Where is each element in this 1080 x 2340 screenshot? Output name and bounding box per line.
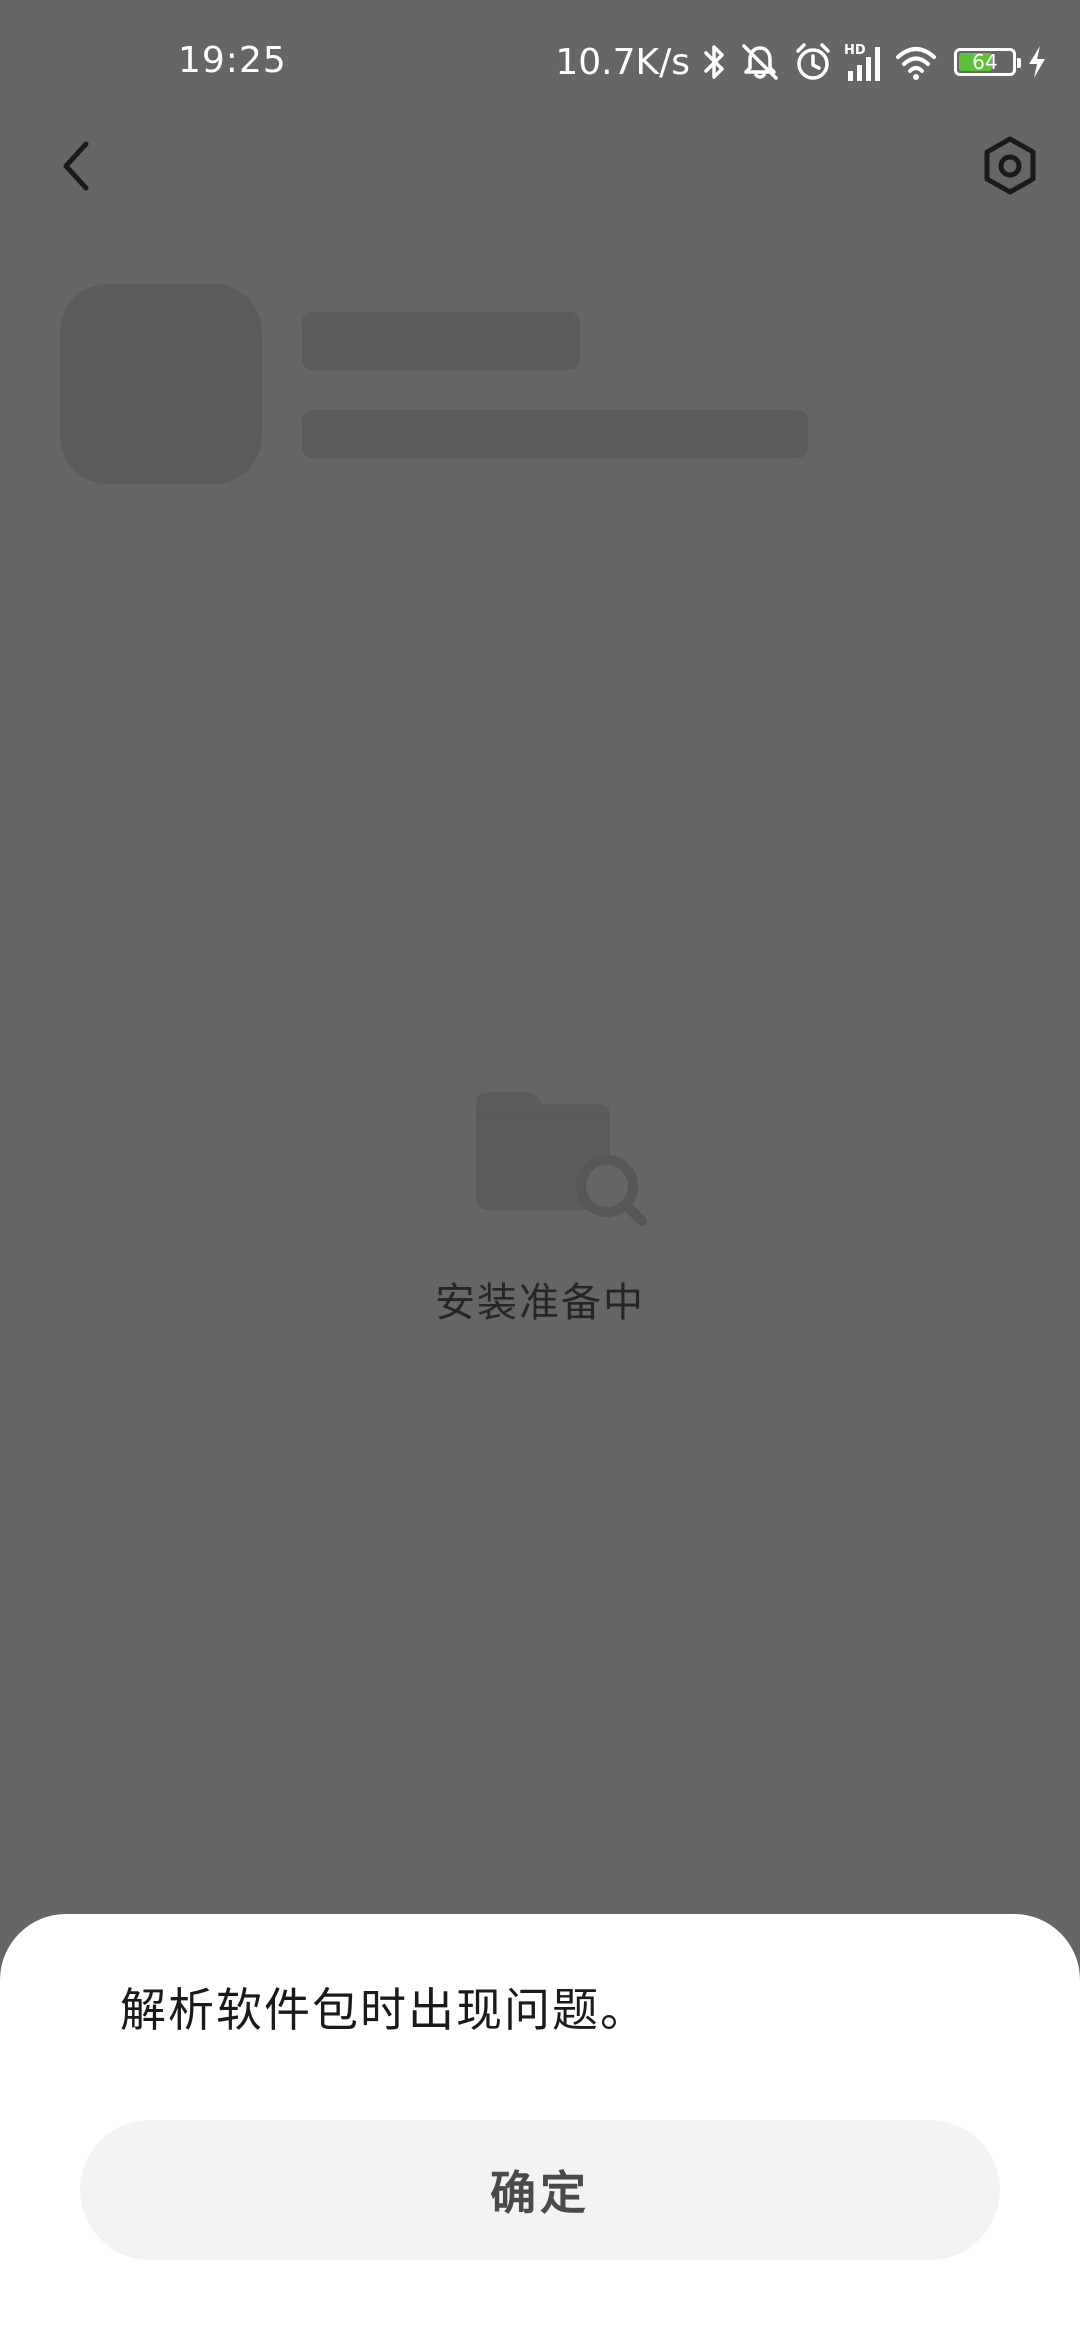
settings-button[interactable] (978, 134, 1042, 198)
bluetooth-icon (702, 42, 728, 82)
app-icon-placeholder (60, 284, 262, 484)
network-speed: 10.7K/s (555, 41, 690, 83)
status-time: 19:25 (178, 40, 287, 81)
battery-level: 64 (972, 50, 998, 74)
app-name-placeholder (302, 312, 580, 370)
status-icons: 10.7K/s HD 64 (555, 40, 1048, 84)
installer-screen: 19:25 10.7K/s HD 64 安装准备中 解析软件包时出现问题。 确定 (0, 0, 1080, 2340)
svg-text:HD: HD (844, 43, 866, 58)
app-info-placeholder (302, 410, 808, 458)
status-bar: 19:25 10.7K/s HD 64 (0, 0, 1080, 126)
dialog-message: 解析软件包时出现问题。 (120, 1983, 648, 2037)
battery-icon: 64 (954, 48, 1021, 76)
preparing-install-label: 安装准备中 (435, 1280, 645, 1326)
back-arrow-icon (63, 141, 89, 191)
folder-search-icon (476, 1092, 647, 1226)
charging-icon (1026, 44, 1048, 80)
alarm-icon (792, 41, 834, 83)
error-dialog: 解析软件包时出现问题。 确定 (0, 1914, 1080, 2340)
bell-muted-icon (738, 42, 782, 82)
back-button[interactable] (44, 134, 108, 198)
wifi-icon (894, 43, 938, 81)
confirm-button[interactable]: 确定 (80, 2120, 1000, 2260)
hd-signal-icon: HD (844, 41, 884, 83)
settings-gear-icon (984, 136, 1036, 195)
